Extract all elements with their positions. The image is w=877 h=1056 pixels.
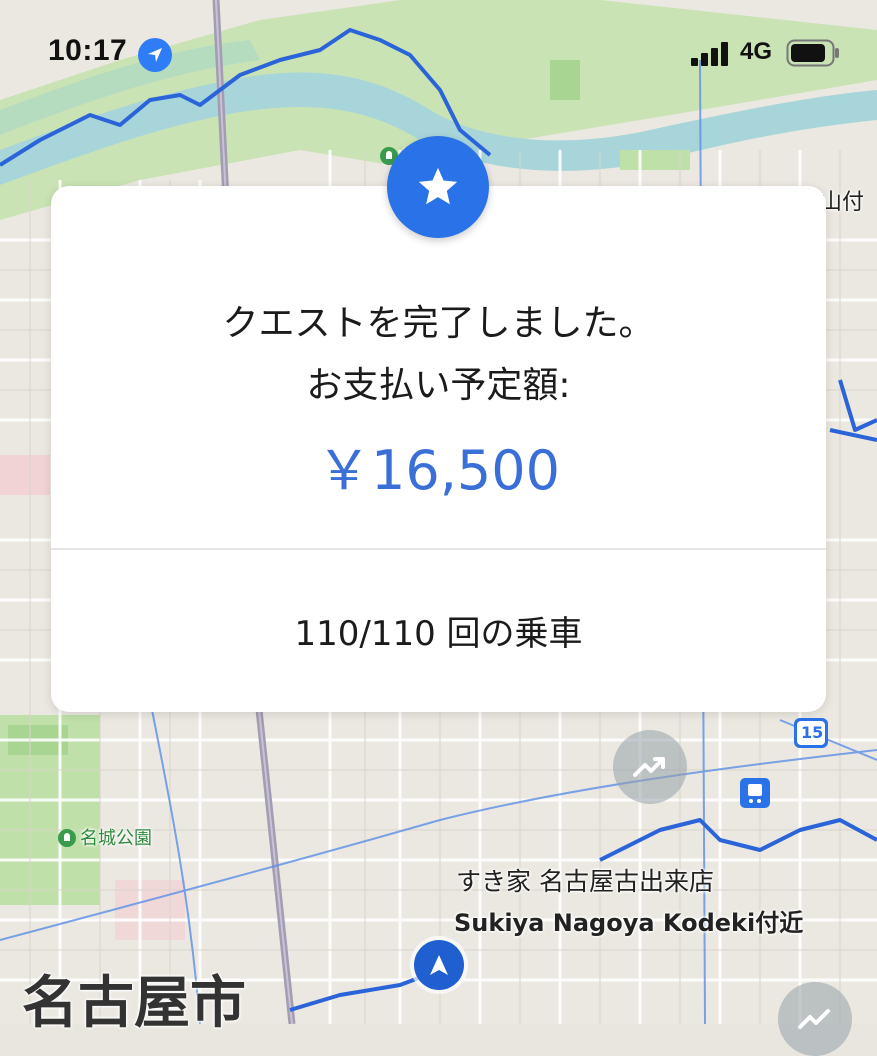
quest-complete-card[interactable]: クエストを完了しました。 お支払い予定額: ￥16,500 110/110 回の… — [51, 186, 826, 712]
payment-label: お支払い予定額: — [306, 365, 571, 406]
route-badge-label: 15 — [801, 723, 824, 742]
trending-button[interactable] — [613, 730, 687, 804]
network-type: 4G — [740, 38, 773, 65]
star-icon — [418, 167, 458, 205]
current-location-marker[interactable] — [414, 940, 464, 990]
trending-button-bottom[interactable] — [778, 982, 852, 1056]
location-arrow-icon — [138, 38, 172, 72]
status-time: 10:17 — [48, 34, 128, 67]
ride-count: 110/110 回の乗車 — [294, 614, 583, 654]
battery-icon — [786, 39, 839, 67]
trending-up-icon — [798, 1009, 830, 1029]
city-label: 名古屋市 — [22, 971, 246, 1036]
status-bar: 10:17 4G — [0, 0, 877, 100]
signal-bars-icon — [691, 42, 728, 66]
map-label-meijo-park[interactable]: 名城公園 — [58, 824, 152, 850]
star-badge — [387, 136, 489, 238]
quest-complete-message: クエストを完了しました。 — [222, 303, 655, 344]
park-pin-icon — [58, 829, 76, 847]
card-divider — [51, 548, 826, 550]
navigation-arrow-icon — [430, 955, 448, 975]
trending-up-icon — [633, 757, 665, 777]
store-label-line1[interactable]: すき家 名古屋古出来店 — [456, 862, 714, 898]
map-label-top-right-fragment: 山付 — [820, 190, 865, 215]
meijo-park-label: 名城公園 — [80, 828, 152, 849]
store-label-line2[interactable]: Sukiya Nagoya Kodeki付近 — [454, 903, 803, 938]
payment-amount: ￥16,500 — [317, 439, 560, 502]
